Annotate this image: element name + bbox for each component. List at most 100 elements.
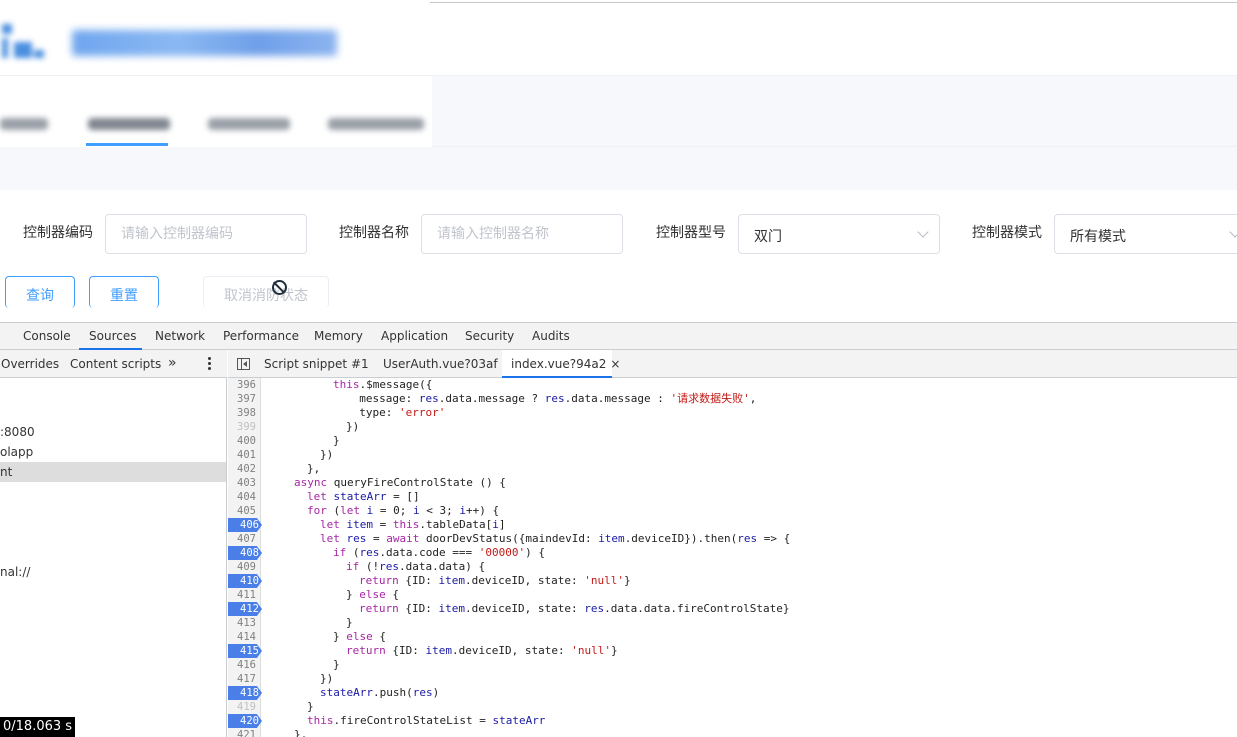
code-line: 401}) bbox=[228, 448, 1237, 462]
code-text: }) bbox=[320, 672, 334, 685]
tree-item-selected[interactable]: nt bbox=[0, 462, 226, 482]
code-line: 417}) bbox=[228, 672, 1237, 686]
tab-security[interactable]: Security bbox=[465, 329, 514, 343]
code-text: } bbox=[346, 616, 353, 629]
code-line: 420 this.fireControlStateList = stateArr bbox=[228, 714, 1237, 728]
nav-tab-blurred-2[interactable] bbox=[88, 118, 170, 130]
breakpoint-marker[interactable]: 415 bbox=[228, 644, 262, 658]
line-number[interactable]: 413 bbox=[228, 616, 259, 630]
line-number[interactable]: 399 bbox=[228, 420, 259, 434]
line-number[interactable]: 401 bbox=[228, 448, 259, 462]
tab-console[interactable]: Console bbox=[23, 329, 71, 343]
code-text: if (res.data.code === '00000') { bbox=[333, 546, 545, 559]
line-number[interactable]: 398 bbox=[228, 406, 259, 420]
code-text: } else { bbox=[333, 630, 386, 643]
app-nav-tabs bbox=[0, 76, 432, 147]
devtools-panel: Console Sources Network Performance Memo… bbox=[0, 322, 1237, 737]
app-nav-bar bbox=[0, 76, 1237, 147]
line-number[interactable]: 407 bbox=[228, 532, 259, 546]
line-number[interactable]: 416 bbox=[228, 658, 259, 672]
devtools-main-tabs: Console Sources Network Performance Memo… bbox=[0, 323, 1237, 350]
code-line: 416} bbox=[228, 658, 1237, 672]
timer-overlay: 0/18.063 s bbox=[0, 717, 76, 737]
controller-code-label: 控制器编码 bbox=[23, 225, 93, 241]
active-tab-indicator bbox=[86, 143, 168, 146]
controller-name-label: 控制器名称 bbox=[339, 225, 409, 241]
code-text: let item = this.tableData[i] bbox=[320, 518, 506, 531]
line-number[interactable]: 402 bbox=[228, 462, 259, 476]
line-number[interactable]: 404 bbox=[228, 490, 259, 504]
sources-editor: Script snippet #1 UserAuth.vue?03af inde… bbox=[228, 350, 1237, 737]
breakpoint-marker[interactable]: 412 bbox=[228, 602, 262, 616]
file-tab-userauth[interactable]: UserAuth.vue?03af bbox=[383, 357, 498, 371]
line-number[interactable]: 419 bbox=[228, 700, 259, 714]
query-button[interactable]: 查询 bbox=[5, 276, 75, 308]
close-icon[interactable]: × bbox=[610, 357, 620, 371]
code-line: 418 stateArr.push(res) bbox=[228, 686, 1237, 700]
nav-tab-blurred-3[interactable] bbox=[208, 118, 290, 130]
controller-name-input[interactable] bbox=[421, 214, 623, 254]
line-number[interactable]: 397 bbox=[228, 392, 259, 406]
line-number[interactable]: 400 bbox=[228, 434, 259, 448]
breakpoint-marker[interactable]: 410 bbox=[228, 574, 262, 588]
code-text: } bbox=[307, 700, 314, 713]
tab-network[interactable]: Network bbox=[155, 329, 205, 343]
toggle-navigator-icon[interactable] bbox=[237, 358, 250, 370]
nav-tab-blurred-4[interactable] bbox=[328, 118, 424, 130]
code-text: if (!res.data.data) { bbox=[346, 560, 486, 573]
app-title-blurred bbox=[72, 30, 337, 56]
line-number[interactable]: 411 bbox=[228, 588, 259, 602]
controller-code-input[interactable] bbox=[105, 214, 307, 254]
code-text: }, bbox=[294, 728, 308, 737]
line-number[interactable]: 414 bbox=[228, 630, 259, 644]
tab-overrides[interactable]: Overrides bbox=[1, 357, 59, 371]
code-line: 411} else { bbox=[228, 588, 1237, 602]
tree-item[interactable]: nal:// bbox=[0, 562, 226, 582]
file-tab-snippet[interactable]: Script snippet #1 bbox=[264, 357, 369, 371]
breakpoint-marker[interactable]: 418 bbox=[228, 686, 262, 700]
breakpoint-marker[interactable]: 406 bbox=[228, 518, 262, 532]
line-number[interactable]: 405 bbox=[228, 504, 259, 518]
code-line: 419} bbox=[228, 700, 1237, 714]
tree-item[interactable]: :8080 bbox=[0, 422, 226, 442]
line-number[interactable]: 403 bbox=[228, 476, 259, 490]
controller-model-value: 双门 bbox=[754, 229, 782, 245]
nav-tab-blurred-1[interactable] bbox=[0, 118, 48, 130]
more-options-icon[interactable] bbox=[208, 357, 211, 371]
breakpoint-marker[interactable]: 420 bbox=[228, 714, 262, 728]
line-number[interactable]: 396 bbox=[228, 378, 259, 392]
code-text: type: 'error' bbox=[346, 406, 446, 419]
breakpoint-marker[interactable]: 408 bbox=[228, 546, 262, 560]
tab-application[interactable]: Application bbox=[381, 329, 448, 343]
controller-model-label: 控制器型号 bbox=[656, 225, 726, 241]
code-text: this.$message({ bbox=[333, 378, 433, 391]
chevron-down-icon bbox=[917, 226, 929, 238]
controller-model-select[interactable]: 双门 bbox=[738, 214, 940, 254]
code-editor[interactable]: 396 this.$message({ 397 message: res.data.… bbox=[228, 378, 1237, 737]
code-line: 413} bbox=[228, 616, 1237, 630]
tab-sources[interactable]: Sources bbox=[89, 329, 136, 343]
file-tab-index-label: index.vue?94a2 bbox=[511, 357, 607, 371]
app-header bbox=[0, 0, 1237, 76]
controller-mode-select[interactable]: 所有模式 bbox=[1054, 214, 1237, 254]
file-tab-index[interactable]: index.vue?94a2 × bbox=[511, 357, 620, 371]
tab-content-scripts[interactable]: Content scripts bbox=[70, 357, 161, 371]
editor-file-tabs: Script snippet #1 UserAuth.vue?03af inde… bbox=[228, 350, 1237, 378]
line-number[interactable]: 409 bbox=[228, 560, 259, 574]
tab-performance[interactable]: Performance bbox=[223, 329, 299, 343]
content-spacer bbox=[0, 147, 1237, 190]
cancel-fire-state-button[interactable]: 取消消防状态 bbox=[203, 276, 329, 308]
more-tabs-icon[interactable]: » bbox=[168, 355, 177, 371]
line-number[interactable]: 421 bbox=[228, 728, 259, 737]
tree-item[interactable]: olapp bbox=[0, 442, 226, 462]
code-line: 407 let res = await doorDevStatus({mainde… bbox=[228, 532, 1237, 546]
line-number[interactable]: 417 bbox=[228, 672, 259, 686]
tab-audits[interactable]: Audits bbox=[532, 329, 570, 343]
code-text: }) bbox=[320, 448, 334, 461]
code-line: 405 for (let i = 0; i < 3; i++) { bbox=[228, 504, 1237, 518]
code-line: 412 return {ID: item.deviceID, state: res… bbox=[228, 602, 1237, 616]
tab-memory[interactable]: Memory bbox=[314, 329, 363, 343]
code-text: }, bbox=[307, 462, 321, 475]
code-text: message: res.data.message ? res.data.mes… bbox=[346, 392, 757, 405]
reset-button[interactable]: 重置 bbox=[89, 276, 159, 308]
